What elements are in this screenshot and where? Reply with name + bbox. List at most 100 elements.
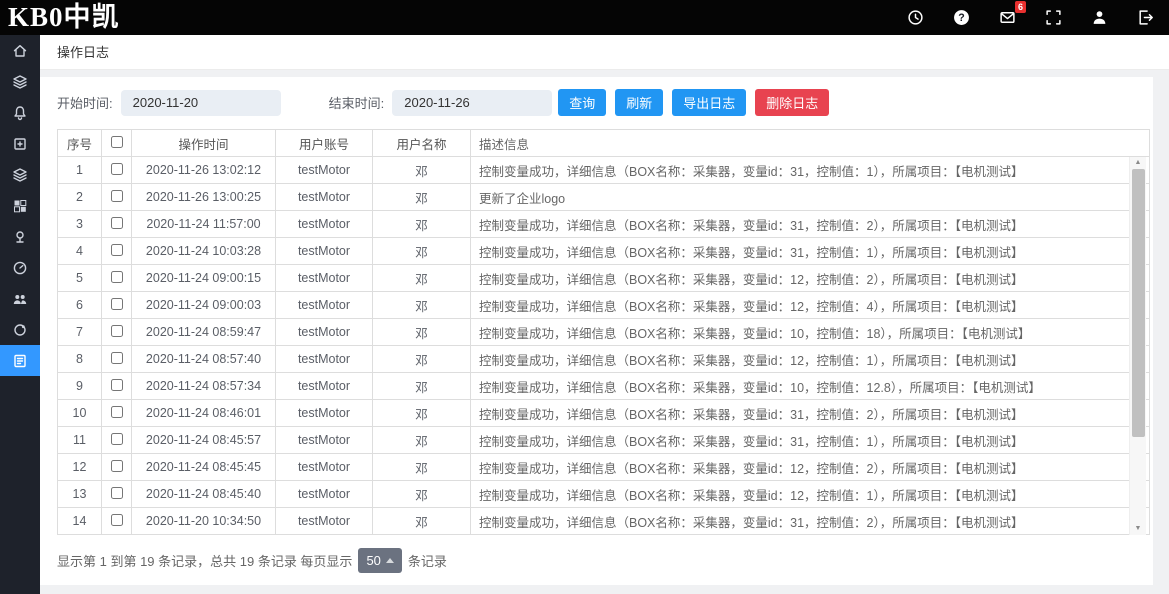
row-checkbox[interactable] — [111, 460, 123, 472]
sidebar-item-operation-log[interactable] — [0, 345, 40, 376]
layers-icon — [12, 167, 28, 183]
query-button[interactable]: 查询 — [558, 89, 606, 116]
svg-text:?: ? — [958, 12, 964, 24]
sidebar-item-location[interactable] — [0, 221, 40, 252]
cell-username: 邓 — [373, 346, 471, 373]
row-checkbox[interactable] — [111, 487, 123, 499]
profile-icon[interactable] — [1089, 8, 1109, 28]
refresh-button[interactable]: 刷新 — [615, 89, 663, 116]
table-row: 22020-11-26 13:00:25testMotor邓更新了企业logo — [58, 184, 1150, 211]
users-icon — [12, 291, 28, 307]
cell-username: 邓 — [373, 184, 471, 211]
end-time-input[interactable] — [392, 90, 552, 116]
cell-desc: 控制变量成功，详细信息（BOX名称：采集器，变量id：31，控制值：2），所属项… — [471, 211, 1150, 238]
logout-icon[interactable] — [1135, 8, 1155, 28]
gauge-icon — [12, 260, 28, 276]
scroll-down-icon[interactable]: ▼ — [1130, 523, 1146, 535]
messages-icon[interactable]: 6 — [997, 8, 1017, 28]
cell-time: 2020-11-26 13:00:25 — [132, 184, 276, 211]
cell-no: 5 — [58, 265, 102, 292]
cell-time: 2020-11-20 10:34:50 — [132, 508, 276, 535]
delete-log-button[interactable]: 删除日志 — [755, 89, 829, 116]
cell-no: 6 — [58, 292, 102, 319]
cell-time: 2020-11-24 08:45:57 — [132, 427, 276, 454]
sidebar-item-user-group[interactable] — [0, 283, 40, 314]
cell-time: 2020-11-24 08:57:34 — [132, 373, 276, 400]
row-checkbox[interactable] — [111, 379, 123, 391]
cell-desc: 控制变量成功，详细信息（BOX名称：采集器，变量id：10，控制值：18），所属… — [471, 319, 1150, 346]
row-checkbox[interactable] — [111, 514, 123, 526]
grid-icon — [12, 198, 28, 214]
row-checkbox[interactable] — [111, 406, 123, 418]
cell-select — [102, 319, 132, 346]
col-username: 用户名称 — [373, 130, 471, 157]
row-checkbox[interactable] — [111, 433, 123, 445]
cell-desc: 控制变量成功，详细信息（BOX名称：采集器，变量id：31，控制值：2），所属项… — [471, 400, 1150, 427]
row-checkbox[interactable] — [111, 217, 123, 229]
cell-select — [102, 481, 132, 508]
cell-username: 邓 — [373, 238, 471, 265]
export-log-button[interactable]: 导出日志 — [672, 89, 746, 116]
col-account: 用户账号 — [276, 130, 373, 157]
row-checkbox[interactable] — [111, 190, 123, 202]
table-scrollbar[interactable]: ▲ ▼ — [1129, 157, 1146, 535]
table-row: 62020-11-24 09:00:03testMotor邓控制变量成功，详细信… — [58, 292, 1150, 319]
cell-username: 邓 — [373, 508, 471, 535]
sidebar-item-devices[interactable] — [0, 66, 40, 97]
help-icon[interactable]: ? — [951, 8, 971, 28]
pagination-bar: 显示第 1 到第 19 条记录，总共 19 条记录 每页显示 50 条记录 — [57, 548, 1153, 573]
start-time-input[interactable] — [121, 90, 281, 116]
scrollbar-thumb[interactable] — [1132, 169, 1145, 437]
cell-account: testMotor — [276, 481, 373, 508]
cell-desc: 控制变量成功，详细信息（BOX名称：采集器，变量id：12，控制值：2），所属项… — [471, 265, 1150, 292]
breadcrumb: 操作日志 — [40, 35, 1169, 70]
caret-up-icon — [386, 558, 394, 563]
row-checkbox[interactable] — [111, 244, 123, 256]
cell-time: 2020-11-24 08:46:01 — [132, 400, 276, 427]
pin-icon — [12, 229, 28, 245]
sidebar-item-dashboard[interactable] — [0, 252, 40, 283]
table-row: 92020-11-24 08:57:34testMotor邓控制变量成功，详细信… — [58, 373, 1150, 400]
cell-no: 4 — [58, 238, 102, 265]
row-checkbox[interactable] — [111, 352, 123, 364]
row-checkbox[interactable] — [111, 325, 123, 337]
cell-account: testMotor — [276, 346, 373, 373]
cell-time: 2020-11-24 08:57:40 — [132, 346, 276, 373]
cell-no: 14 — [58, 508, 102, 535]
layers-icon — [12, 74, 28, 90]
cell-username: 邓 — [373, 454, 471, 481]
cell-desc: 控制变量成功，详细信息（BOX名称：采集器，变量id：12，控制值：4），所属项… — [471, 292, 1150, 319]
main-content: 操作日志 开始时间: 结束时间: 查询 刷新 导出日志 删除日志 — [40, 35, 1169, 594]
scroll-up-icon[interactable]: ▲ — [1130, 157, 1146, 169]
cell-username: 邓 — [373, 292, 471, 319]
page-size-select[interactable]: 50 — [358, 548, 401, 573]
sidebar-item-apps[interactable] — [0, 190, 40, 221]
cell-account: testMotor — [276, 292, 373, 319]
cell-desc: 控制变量成功，详细信息（BOX名称：采集器，变量id：31，控制值：2），所属项… — [471, 508, 1150, 535]
col-desc: 描述信息 — [471, 130, 1150, 157]
fullscreen-icon[interactable] — [1043, 8, 1063, 28]
cell-select — [102, 184, 132, 211]
history-icon[interactable] — [905, 8, 925, 28]
cell-username: 邓 — [373, 373, 471, 400]
sidebar-item-home[interactable] — [0, 35, 40, 66]
sidebar-item-sync[interactable] — [0, 314, 40, 345]
cell-select — [102, 400, 132, 427]
row-checkbox[interactable] — [111, 271, 123, 283]
select-all-checkbox[interactable] — [111, 136, 123, 148]
sidebar-item-alarms[interactable] — [0, 97, 40, 128]
cell-username: 邓 — [373, 211, 471, 238]
row-checkbox[interactable] — [111, 298, 123, 310]
cell-select — [102, 373, 132, 400]
log-panel: 开始时间: 结束时间: 查询 刷新 导出日志 删除日志 序号 — [40, 77, 1153, 585]
cell-account: testMotor — [276, 400, 373, 427]
row-checkbox[interactable] — [111, 163, 123, 175]
cell-select — [102, 346, 132, 373]
sidebar-item-add-panel[interactable] — [0, 128, 40, 159]
table-row: 112020-11-24 08:45:57testMotor邓控制变量成功，详细… — [58, 427, 1150, 454]
cell-no: 2 — [58, 184, 102, 211]
col-select — [102, 130, 132, 157]
cell-select — [102, 508, 132, 535]
table-row: 12020-11-26 13:02:12testMotor邓控制变量成功，详细信… — [58, 157, 1150, 184]
sidebar-item-groups[interactable] — [0, 159, 40, 190]
